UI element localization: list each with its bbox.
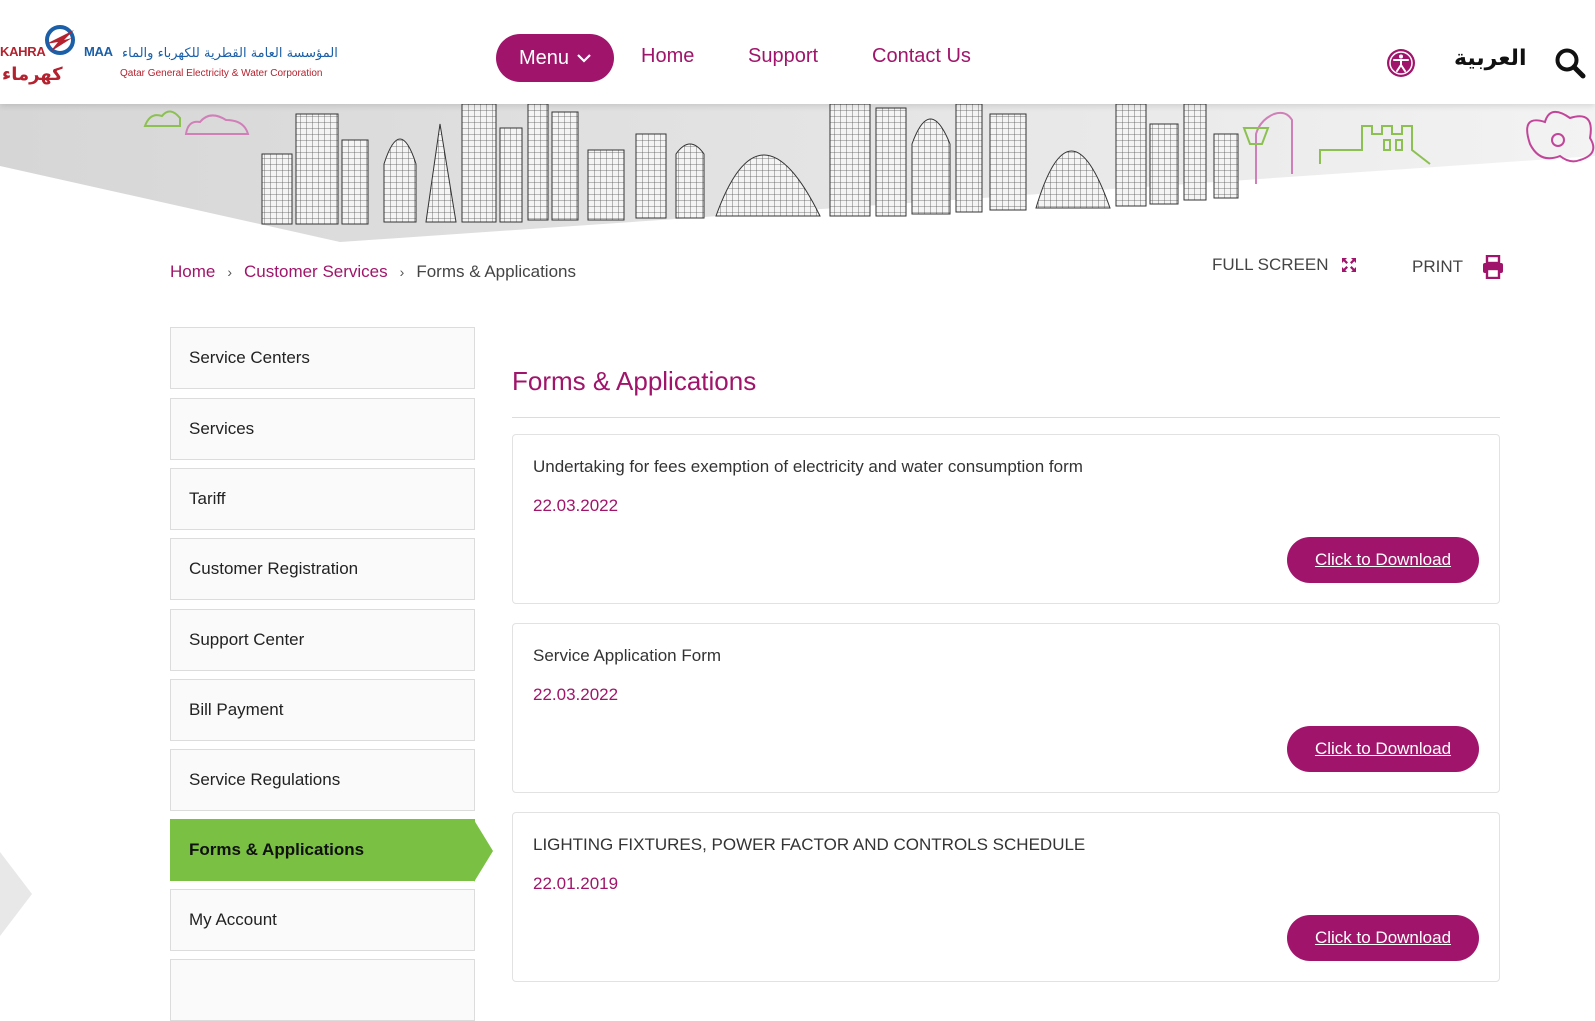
sidebar-item-label: Forms & Applications [189,840,365,859]
sidebar-item-label: Service Regulations [189,770,341,789]
sidebar-item-my-account[interactable]: My Account [170,889,475,951]
sidebar-item-label: My Account [189,910,277,929]
logo-latin-left: KAHRA [0,44,46,59]
nav-support-link[interactable]: Support [748,45,818,68]
sidebar-item-bill-payment[interactable]: Bill Payment [170,679,475,741]
form-title: Service Application Form [533,646,722,665]
download-button[interactable]: Click to Download [1287,537,1479,583]
logo-latin-text: KAHRA MAA [0,44,113,59]
form-title: Undertaking for fees exemption of electr… [533,457,1083,476]
breadcrumb-home-link[interactable]: Home [170,262,215,282]
logo-latin-right: MAA [84,44,113,59]
sidebar-item-support-center[interactable]: Support Center [170,609,475,671]
sidebar-item-label: Bill Payment [189,700,284,719]
page-title: Forms & Applications [512,366,757,396]
sidebar-item-label: Services [189,419,255,438]
search-icon[interactable] [1554,47,1586,79]
form-card: Service Application Form 22.03.2022 Clic… [512,623,1500,793]
breadcrumb-separator-icon: › [399,264,405,280]
sidebar-item-services[interactable]: Services [170,398,475,460]
floating-arrow-icon[interactable] [0,852,32,936]
print-label: PRINT [1412,257,1463,276]
accessibility-icon[interactable] [1386,48,1416,78]
skyline-banner [0,104,1595,242]
print-button[interactable]: PRINT [1412,255,1505,279]
language-switch-link[interactable]: العربية [1454,46,1527,71]
form-card: Undertaking for fees exemption of electr… [512,434,1500,604]
logo-arabic-full: المؤسسة العامة القطرية للكهرباء والماء [122,46,338,61]
sidebar-item-customer-registration[interactable]: Customer Registration [170,538,475,600]
download-button[interactable]: Click to Download [1287,915,1479,961]
site-header: KAHRA MAA كهرماء المؤسسة العامة القطرية … [0,0,1595,104]
menu-button-label: Menu [518,46,570,69]
sidebar-item-service-centers[interactable]: Service Centers [170,327,475,389]
form-date: 22.01.2019 [533,874,619,893]
form-date: 22.03.2022 [533,685,619,704]
breadcrumb-current: Forms & Applications [416,262,576,281]
sidebar-item-label: Customer Registration [189,559,359,578]
fullscreen-button[interactable]: FULL SCREEN [1212,255,1357,275]
form-date: 22.03.2022 [533,496,619,515]
menu-button[interactable]: Menu [496,34,614,82]
breadcrumb-separator-icon: › [227,264,233,280]
logo-arabic-short: كهرماء [2,64,63,85]
sidebar-item-more[interactable] [170,959,475,1021]
title-divider [512,417,1500,418]
sidebar-item-service-regulations[interactable]: Service Regulations [170,749,475,811]
breadcrumb: Home › Customer Services › Forms & Appli… [170,262,576,282]
nav-contact-link[interactable]: Contact Us [872,45,971,68]
active-arrow-icon [474,820,493,882]
form-title: LIGHTING FIXTURES, POWER FACTOR AND CONT… [533,835,1086,854]
sidebar-item-tariff[interactable]: Tariff [170,468,475,530]
logo-english-full: Qatar General Electricity & Water Corpor… [120,68,323,79]
sidebar-item-label: Tariff [189,489,226,508]
fullscreen-label: FULL SCREEN [1212,255,1329,274]
printer-icon [1483,255,1503,279]
expand-icon [1341,258,1356,272]
breadcrumb-customer-services-link[interactable]: Customer Services [244,262,388,282]
form-card: LIGHTING FIXTURES, POWER FACTOR AND CONT… [512,812,1500,982]
sidebar-item-label: Service Centers [189,348,310,367]
nav-home-link[interactable]: Home [641,45,694,68]
kahramaa-logo[interactable]: KAHRA MAA كهرماء المؤسسة العامة القطرية … [0,16,338,88]
sidebar-item-label: Support Center [189,630,305,649]
logo-emblem-icon [45,25,75,55]
download-button[interactable]: Click to Download [1287,726,1479,772]
sidebar-item-forms-applications[interactable]: Forms & Applications [170,819,493,882]
chevron-down-icon [577,54,591,63]
